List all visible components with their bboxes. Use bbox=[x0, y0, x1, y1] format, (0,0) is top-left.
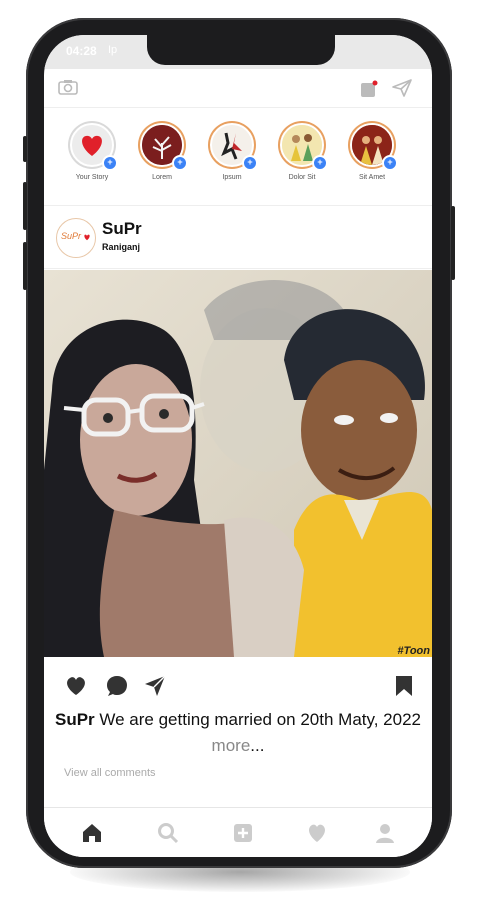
notch bbox=[147, 35, 335, 65]
story-label: Ipsum bbox=[222, 174, 242, 181]
camera-icon[interactable] bbox=[58, 79, 78, 95]
add-story-icon[interactable]: + bbox=[102, 155, 118, 171]
stories-row: + Your Story + Lorem + Ipsum + Dolor Sit… bbox=[44, 117, 432, 197]
post-location[interactable]: Raniganj bbox=[102, 242, 140, 252]
power-button bbox=[451, 206, 455, 280]
status-carrier: Ip bbox=[108, 44, 118, 56]
activity-heart-icon[interactable] bbox=[306, 822, 328, 844]
comment-icon[interactable] bbox=[106, 675, 128, 697]
story-ring: + bbox=[348, 121, 398, 171]
heart-icon bbox=[84, 234, 90, 241]
story-badge-icon: + bbox=[312, 155, 328, 171]
story-sit-amet[interactable]: + Sit Amet bbox=[342, 117, 402, 181]
activity-icon[interactable] bbox=[360, 80, 378, 98]
mute-switch bbox=[23, 136, 27, 162]
caption-ellipsis: ... bbox=[250, 736, 265, 755]
post-caption: SuPr We are getting married on 20th Maty… bbox=[44, 707, 432, 759]
paper-plane-icon[interactable] bbox=[392, 79, 412, 97]
story-ring: + bbox=[208, 121, 258, 171]
bottom-tab-bar bbox=[44, 807, 432, 857]
screen: 04:28 Ip + Your Story + Lorem + Ipsum + … bbox=[44, 35, 432, 857]
post-username[interactable]: SuPr bbox=[102, 219, 142, 239]
share-paper-plane-icon[interactable] bbox=[144, 675, 166, 697]
story-badge-icon: + bbox=[242, 155, 258, 171]
search-icon[interactable] bbox=[157, 822, 179, 844]
post-header: SuPr SuPr Raniganj bbox=[44, 205, 432, 269]
post-photo[interactable]: #Toon bbox=[44, 270, 432, 657]
story-label: Sit Amet bbox=[358, 174, 386, 181]
profile-icon[interactable] bbox=[374, 822, 396, 844]
post-avatar[interactable]: SuPr bbox=[56, 218, 96, 258]
caption-text: We are getting married on 20th Maty, 202… bbox=[94, 710, 422, 729]
story-label: Your Story bbox=[75, 174, 109, 181]
story-dolor-sit[interactable]: + Dolor Sit bbox=[272, 117, 332, 181]
story-ring: + bbox=[278, 121, 328, 171]
like-heart-icon[interactable] bbox=[64, 675, 88, 697]
volume-down-button bbox=[23, 242, 27, 290]
toon-photo-illustration bbox=[44, 270, 432, 657]
status-time: 04:28 bbox=[66, 44, 97, 58]
photo-watermark: #Toon bbox=[397, 645, 430, 657]
story-badge-icon: + bbox=[172, 155, 188, 171]
story-your-story[interactable]: + Your Story bbox=[62, 117, 122, 181]
post-actions bbox=[44, 675, 432, 705]
avatar-logo-text: SuPr bbox=[61, 231, 82, 241]
caption-username[interactable]: SuPr bbox=[55, 710, 95, 729]
new-post-icon[interactable] bbox=[232, 822, 254, 844]
view-all-comments-link[interactable]: View all comments bbox=[64, 767, 156, 779]
caption-more-link[interactable]: more bbox=[212, 736, 251, 755]
bookmark-icon[interactable] bbox=[394, 675, 414, 697]
story-ring: + bbox=[138, 121, 188, 171]
story-label: Lorem bbox=[152, 174, 172, 181]
story-ipsum[interactable]: + Ipsum bbox=[202, 117, 262, 181]
story-label: Dolor Sit bbox=[288, 174, 316, 181]
story-badge-icon: + bbox=[382, 155, 398, 171]
volume-up-button bbox=[23, 182, 27, 230]
home-icon[interactable] bbox=[81, 822, 103, 844]
story-ring: + bbox=[68, 121, 118, 171]
story-lorem[interactable]: + Lorem bbox=[132, 117, 192, 181]
